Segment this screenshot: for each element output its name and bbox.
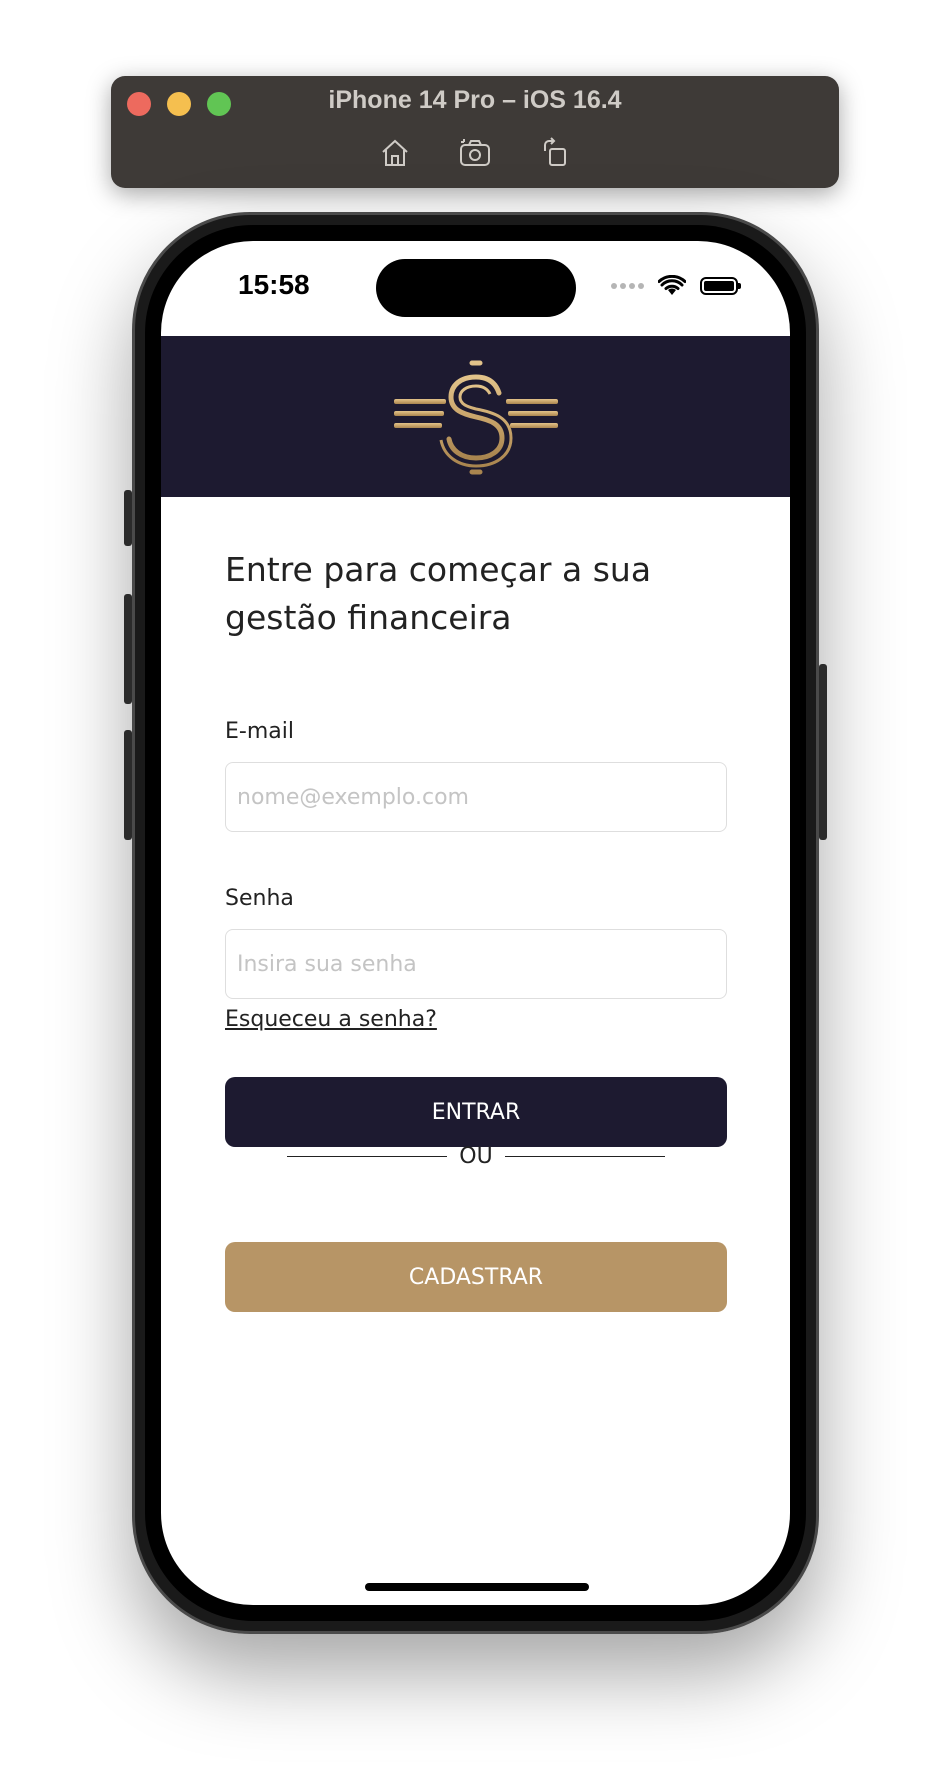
simulator-window-bar: iPhone 14 Pro – iOS 16.4 <box>111 76 839 188</box>
divider-line-right <box>504 1155 666 1158</box>
phone-screen: 15:58 Entre para começar a sua gestão fi… <box>161 241 790 1605</box>
power-button <box>819 664 827 840</box>
wifi-icon <box>658 275 686 295</box>
mute-switch <box>124 490 132 546</box>
home-indicator[interactable] <box>365 1583 589 1591</box>
screenshot-icon[interactable] <box>458 136 492 170</box>
password-input[interactable] <box>225 929 727 999</box>
cellular-signal-icon <box>611 283 644 289</box>
app-header <box>161 336 790 497</box>
status-time: 15:58 <box>238 269 310 300</box>
email-label: E-mail <box>225 719 294 744</box>
simulator-title: iPhone 14 Pro – iOS 16.4 <box>328 86 622 114</box>
divider-text: OU <box>459 1144 493 1169</box>
dynamic-island <box>376 259 576 317</box>
volume-down-button <box>124 730 132 840</box>
page-title: Entre para começar a sua gestão financei… <box>225 550 652 637</box>
dollar-sign-logo <box>393 359 558 475</box>
rotate-icon[interactable] <box>538 136 572 170</box>
register-button[interactable]: CADASTRAR <box>225 1242 727 1312</box>
battery-icon <box>700 277 741 295</box>
simulator-toolbar <box>111 136 839 170</box>
home-icon[interactable] <box>378 136 412 170</box>
email-input[interactable] <box>225 762 727 832</box>
divider-line-left <box>287 1155 448 1158</box>
status-icons <box>611 275 741 297</box>
password-label: Senha <box>225 886 294 911</box>
login-button[interactable]: ENTRAR <box>225 1077 727 1147</box>
forgot-password-link[interactable]: Esqueceu a senha? <box>225 1007 437 1032</box>
or-divider: OU <box>287 1144 666 1169</box>
login-form: Entre para começar a sua gestão financei… <box>225 546 727 1312</box>
volume-up-button <box>124 594 132 704</box>
